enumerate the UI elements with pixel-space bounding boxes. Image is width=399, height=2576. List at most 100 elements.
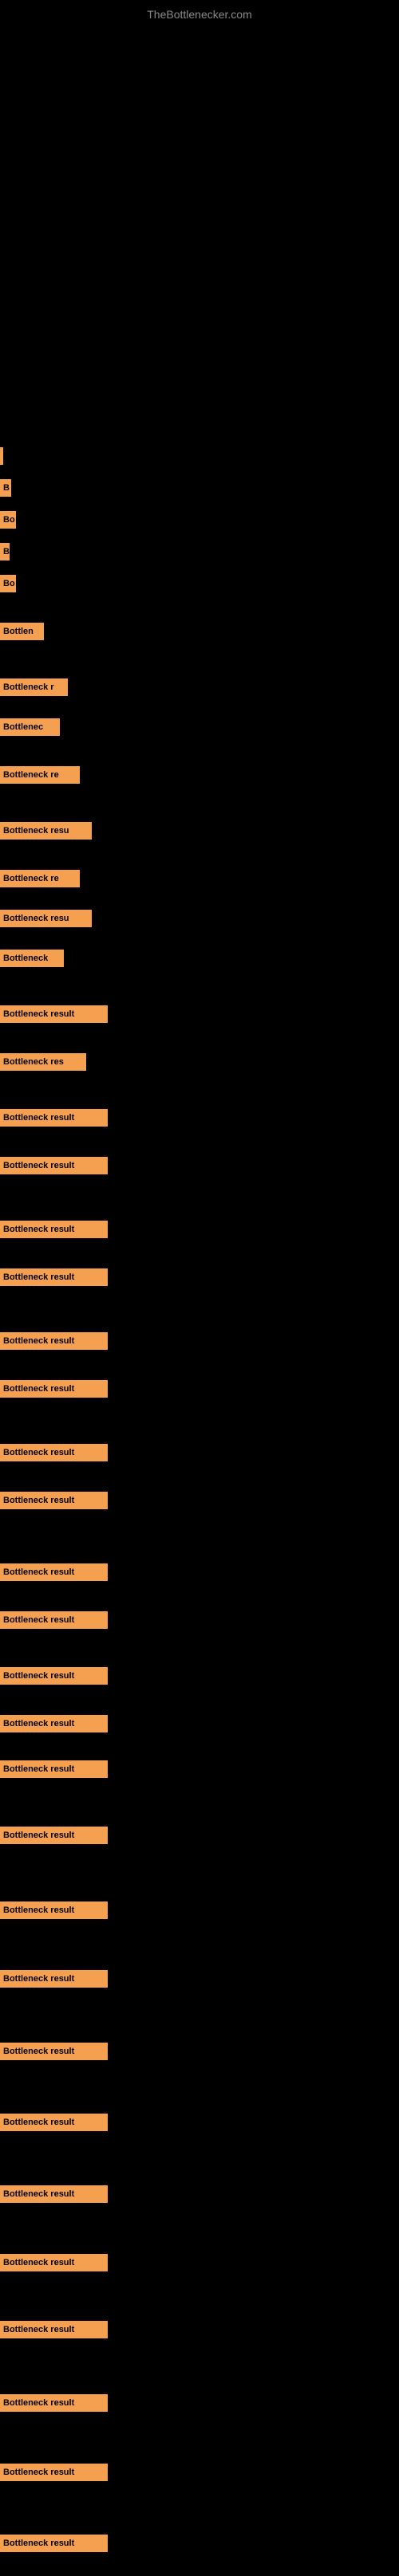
- bar-label: Bottleneck result: [3, 1671, 74, 1681]
- bar-row: Bottleneck result: [0, 1005, 108, 1023]
- bar-label: Bottleneck result: [3, 1719, 74, 1728]
- bar-row: Bottleneck result: [0, 1563, 108, 1581]
- bar-row: Bottleneck result: [0, 1492, 108, 1509]
- bottleneck-bar: Bottleneck result: [0, 1444, 108, 1461]
- bottleneck-bar: Bottleneck result: [0, 2535, 108, 2552]
- bar-row: Bottleneck r: [0, 678, 68, 696]
- bar-row: Bottleneck res: [0, 1053, 86, 1071]
- bar-row: Bottleneck result: [0, 2185, 108, 2203]
- bottleneck-bar: Bottleneck result: [0, 2185, 108, 2203]
- bottleneck-bar: Bottleneck result: [0, 1157, 108, 1174]
- bar-row: Bottleneck result: [0, 2535, 108, 2552]
- bottleneck-bar: Bottleneck result: [0, 2114, 108, 2131]
- bar-label: Bottleneck: [3, 954, 48, 963]
- bar-label: Bottleneck result: [3, 1615, 74, 1625]
- bottleneck-bar: Bottleneck res: [0, 1053, 86, 1071]
- bar-label: Bo: [3, 515, 15, 525]
- bar-label: Bottleneck result: [3, 2118, 74, 2127]
- bar-row: Bottleneck result: [0, 1157, 108, 1174]
- bar-row: Bottleneck result: [0, 2114, 108, 2131]
- bar-row: Bottleneck result: [0, 1221, 108, 1238]
- bottleneck-bar: Bottleneck result: [0, 1268, 108, 1286]
- bar-label: Bottlen: [3, 627, 34, 636]
- bar-row: Bottleneck result: [0, 1444, 108, 1461]
- bottleneck-bar: Bottleneck result: [0, 1492, 108, 1509]
- bottleneck-bar: Bottleneck result: [0, 1109, 108, 1127]
- bar-label: Bottleneck res: [3, 1057, 64, 1067]
- bar-row: Bottleneck result: [0, 2321, 108, 2338]
- bottleneck-bar: Bottleneck result: [0, 2321, 108, 2338]
- bar-row: Bottleneck result: [0, 1667, 108, 1685]
- bar-row: Bottleneck result: [0, 1760, 108, 1778]
- bar-label: Bottleneck result: [3, 1567, 74, 1577]
- bottleneck-bar: Bottleneck result: [0, 2043, 108, 2060]
- bar-row: Bottleneck result: [0, 1827, 108, 1844]
- bar-row: Bottleneck resu: [0, 822, 92, 840]
- bar-label: Bottleneck result: [3, 2189, 74, 2199]
- bar-label: Bottleneck result: [3, 1496, 74, 1505]
- bar-row: Bottleneck result: [0, 2254, 108, 2271]
- bar-row: Bo: [0, 511, 16, 529]
- bar-label: Bottleneck result: [3, 1384, 74, 1394]
- bottleneck-bar: Bottleneck: [0, 950, 64, 967]
- bottleneck-bar: Bottleneck result: [0, 1970, 108, 1988]
- bar-row: Bottleneck result: [0, 2043, 108, 2060]
- bottleneck-bar: Bottleneck result: [0, 2254, 108, 2271]
- bottleneck-bar: B: [0, 479, 11, 497]
- bottleneck-bar: Bottleneck result: [0, 1563, 108, 1581]
- bar-row: Bottleneck result: [0, 1332, 108, 1350]
- bar-row: Bottleneck result: [0, 1970, 108, 1988]
- bar-label: Bottleneck result: [3, 1272, 74, 1282]
- bottleneck-bar: Bottleneck result: [0, 1005, 108, 1023]
- bottleneck-bar: Bottleneck result: [0, 1611, 108, 1629]
- bar-row: Bo: [0, 575, 16, 592]
- bar-row: Bottleneck result: [0, 1109, 108, 1127]
- bar-row: [0, 447, 3, 465]
- bar-row: Bottleneck result: [0, 1902, 108, 1919]
- bar-row: Bottleneck result: [0, 2464, 108, 2481]
- bar-row: Bottleneck: [0, 950, 64, 967]
- bar-row: Bottleneck re: [0, 870, 80, 887]
- bar-label: B: [3, 483, 10, 493]
- bottleneck-bar: Bottleneck r: [0, 678, 68, 696]
- bar-row: Bottleneck result: [0, 1611, 108, 1629]
- bar-label: Bottleneck result: [3, 1113, 74, 1123]
- bar-label: Bottleneck result: [3, 1009, 74, 1019]
- bar-label: Bottleneck result: [3, 2539, 74, 2548]
- bottleneck-bar: Bottleneck result: [0, 2464, 108, 2481]
- bar-row: Bottleneck resu: [0, 910, 92, 927]
- bar-label: Bottleneck result: [3, 1831, 74, 1840]
- bottleneck-bar: Bottleneck result: [0, 1667, 108, 1685]
- bar-row: Bottleneck result: [0, 1268, 108, 1286]
- bar-label: Bottleneck resu: [3, 826, 69, 836]
- bottleneck-bar: Bottlen: [0, 623, 44, 640]
- bottleneck-bar: Bottleneck result: [0, 1827, 108, 1844]
- bar-row: Bottleneck re: [0, 766, 80, 784]
- bottleneck-bar: Bottleneck result: [0, 1380, 108, 1398]
- bar-row: Bottlenec: [0, 718, 60, 736]
- bar-label: Bottleneck result: [3, 1225, 74, 1234]
- bar-label: Bo: [3, 579, 15, 588]
- bar-label: Bottleneck result: [3, 2258, 74, 2267]
- bar-label: Bottleneck result: [3, 2398, 74, 2408]
- bottleneck-bar: Bottleneck result: [0, 1221, 108, 1238]
- bars-container: B Bo B Bo Bottlen Bottleneck r Bottlenec Bottle…: [0, 25, 399, 2576]
- bar-label: Bottleneck result: [3, 2468, 74, 2477]
- bottleneck-bar: B: [0, 543, 10, 560]
- bar-row: Bottlen: [0, 623, 44, 640]
- bottleneck-bar: [0, 447, 3, 465]
- bar-label: Bottleneck result: [3, 2325, 74, 2334]
- bar-row: B: [0, 543, 10, 560]
- bar-row: Bottleneck result: [0, 2394, 108, 2412]
- bar-row: Bottleneck result: [0, 1380, 108, 1398]
- bottleneck-bar: Bo: [0, 575, 16, 592]
- bottleneck-bar: Bottleneck result: [0, 1715, 108, 1732]
- bottleneck-bar: Bottleneck result: [0, 2394, 108, 2412]
- bottleneck-bar: Bottleneck result: [0, 1902, 108, 1919]
- bar-label: Bottleneck result: [3, 2047, 74, 2056]
- bar-label: Bottleneck result: [3, 1764, 74, 1774]
- bottleneck-bar: Bottleneck re: [0, 766, 80, 784]
- bottleneck-bar: Bottleneck resu: [0, 910, 92, 927]
- bar-label: Bottlenec: [3, 722, 43, 732]
- bottleneck-bar: Bottleneck resu: [0, 822, 92, 840]
